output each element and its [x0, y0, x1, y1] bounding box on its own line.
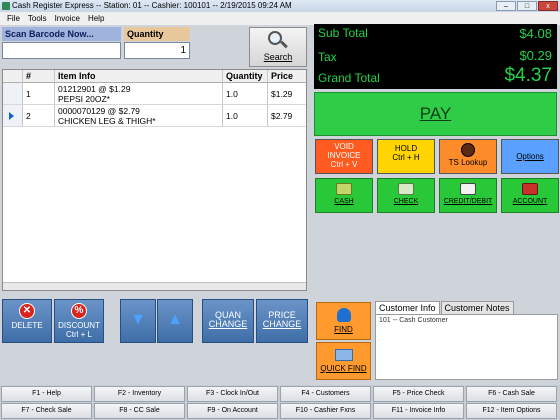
- horizontal-scrollbar[interactable]: [3, 282, 306, 290]
- move-down-button[interactable]: ▼: [120, 299, 156, 343]
- row-item-info: 01212901 @ $1.29 PEPSI 20OZ*: [55, 83, 223, 104]
- subtotal-label: Sub Total: [318, 26, 368, 40]
- f8-cc-sale-button[interactable]: F8 - CC Sale: [94, 403, 185, 419]
- find-customer-button[interactable]: FIND: [316, 302, 371, 340]
- subtotal-value: $4.08: [519, 26, 552, 41]
- magnifier-icon: [267, 31, 289, 51]
- grand-total-label: Grand Total: [318, 71, 380, 85]
- customer-info-panel: 101 -- Cash Customer: [375, 314, 558, 380]
- tax-label: Tax: [318, 50, 337, 64]
- item-description: PEPSI 20OZ*: [58, 94, 110, 104]
- tax-value: $0.29: [519, 48, 552, 63]
- delete-icon: ✕: [19, 303, 35, 319]
- arrow-down-icon: ▼: [130, 311, 146, 328]
- function-key-bar: F1 - Help F2 - Inventory F3 - Clock In/O…: [0, 385, 560, 420]
- row-selector[interactable]: [3, 83, 23, 104]
- quantity-change-button[interactable]: QUAN CHANGE: [202, 299, 254, 343]
- customer-tabs: Customer Info Customer Notes: [375, 301, 558, 315]
- minimize-button[interactable]: –: [496, 1, 516, 11]
- table-row[interactable]: 2 0000070129 @ $2.79 CHICKEN LEG & THIGH…: [3, 105, 306, 127]
- credit-debit-button[interactable]: CREDIT/DEBIT: [439, 178, 497, 213]
- f12-item-options-button[interactable]: F12 - Item Options: [466, 403, 557, 419]
- close-button[interactable]: x: [538, 1, 558, 11]
- cash-button[interactable]: CASH: [315, 178, 373, 213]
- f2-inventory-button[interactable]: F2 - Inventory: [94, 386, 185, 402]
- item-code-price: 01212901 @ $1.29: [58, 84, 131, 94]
- app-icon: [2, 2, 10, 10]
- command-buttons: VOID INVOICE Ctrl + V HOLD Ctrl + H TS L…: [314, 139, 559, 175]
- tender-buttons: CASH CHECK CREDIT/DEBIT ACCOUNT: [314, 178, 559, 214]
- row-number: 2: [23, 105, 55, 126]
- row-quantity: 1.0: [223, 105, 268, 126]
- delete-button[interactable]: ✕ DELETE: [2, 299, 52, 343]
- row-number: 1: [23, 83, 55, 104]
- header-quantity: Quantity: [223, 70, 268, 82]
- discount-button[interactable]: % DISCOUNT Ctrl + L: [54, 299, 104, 343]
- percent-icon: %: [71, 303, 87, 319]
- menu-invoice[interactable]: Invoice: [51, 12, 84, 25]
- search-label: Search: [263, 52, 293, 62]
- item-actions: ✕ DELETE % DISCOUNT Ctrl + L ▼ ▲ QUAN CH…: [0, 299, 310, 345]
- menu-tools[interactable]: Tools: [24, 12, 51, 25]
- grid-header: # Item Info Quantity Price: [3, 70, 306, 83]
- f3-clock-button[interactable]: F3 - Clock In/Out: [187, 386, 278, 402]
- move-up-button[interactable]: ▲: [157, 299, 193, 343]
- header-number: #: [23, 70, 55, 82]
- row-quantity: 1.0: [223, 83, 268, 104]
- items-grid: # Item Info Quantity Price 1 01212901 @ …: [2, 69, 307, 291]
- title-bar: Cash Register Express -- Station: 01 -- …: [0, 0, 560, 12]
- item-description: CHICKEN LEG & THIGH*: [58, 116, 156, 126]
- quick-find-button[interactable]: QUICK FIND: [316, 342, 371, 380]
- price-change-button[interactable]: PRICE CHANGE: [256, 299, 308, 343]
- f11-invoice-info-button[interactable]: F11 - Invoice Info: [373, 403, 464, 419]
- check-button[interactable]: CHECK: [377, 178, 435, 213]
- search-button[interactable]: Search: [249, 27, 307, 67]
- hold-button[interactable]: HOLD Ctrl + H: [377, 139, 435, 174]
- menu-file[interactable]: File: [3, 12, 24, 25]
- account-button[interactable]: ACCOUNT: [501, 178, 559, 213]
- header-item-info: Item Info: [55, 70, 223, 82]
- f4-customers-button[interactable]: F4 - Customers: [280, 386, 371, 402]
- f7-check-sale-button[interactable]: F7 - Check Sale: [1, 403, 92, 419]
- menu-help[interactable]: Help: [84, 12, 108, 25]
- row-selector[interactable]: [3, 105, 23, 126]
- quantity-input[interactable]: [124, 42, 190, 59]
- tab-customer-info[interactable]: Customer Info: [375, 301, 440, 315]
- row-price: $2.79: [271, 111, 293, 121]
- customer-info-text: 101 -- Cash Customer: [379, 317, 448, 324]
- check-icon: [398, 183, 414, 195]
- credit-card-icon: [460, 183, 476, 195]
- item-code-price: 0000070129 @ $2.79: [58, 106, 140, 116]
- row-price: $1.29: [271, 89, 293, 99]
- window-title: Cash Register Express -- Station: 01 -- …: [12, 1, 292, 10]
- maximize-button[interactable]: □: [517, 1, 537, 11]
- barcode-input[interactable]: [2, 42, 121, 59]
- tab-customer-notes[interactable]: Customer Notes: [440, 301, 514, 315]
- void-invoice-button[interactable]: VOID INVOICE Ctrl + V: [315, 139, 373, 174]
- row-item-info: 0000070129 @ $2.79 CHICKEN LEG & THIGH*: [55, 105, 223, 126]
- scan-label: Scan Barcode Now...: [2, 27, 121, 41]
- id-card-icon: [334, 349, 353, 361]
- ts-lookup-icon: [461, 143, 475, 157]
- account-icon: [522, 183, 538, 195]
- f1-help-button[interactable]: F1 - Help: [1, 386, 92, 402]
- cash-icon: [336, 183, 352, 195]
- options-button[interactable]: Options: [501, 139, 559, 174]
- grand-total-value: $4.37: [504, 65, 552, 86]
- pay-label: PAY: [419, 104, 452, 123]
- window-controls: – □ x: [496, 1, 558, 11]
- quantity-label: Quantity: [124, 27, 190, 41]
- header-price: Price: [271, 71, 294, 81]
- ts-lookup-button[interactable]: TS Lookup: [439, 139, 497, 174]
- arrow-up-icon: ▲: [167, 311, 183, 328]
- f6-cash-sale-button[interactable]: F6 - Cash Sale: [466, 386, 557, 402]
- pay-button[interactable]: PAY: [314, 92, 557, 136]
- f10-cashier-fxns-button[interactable]: F10 - Cashier Fxns: [280, 403, 371, 419]
- f5-price-check-button[interactable]: F5 - Price Check: [373, 386, 464, 402]
- table-row[interactable]: 1 01212901 @ $1.29 PEPSI 20OZ* 1.0 $1.29: [3, 83, 306, 105]
- person-icon: [336, 308, 351, 322]
- f9-on-account-button[interactable]: F9 - On Account: [187, 403, 278, 419]
- totals-display: Sub Total $4.08 Tax $0.29 Grand Total $4…: [314, 24, 557, 89]
